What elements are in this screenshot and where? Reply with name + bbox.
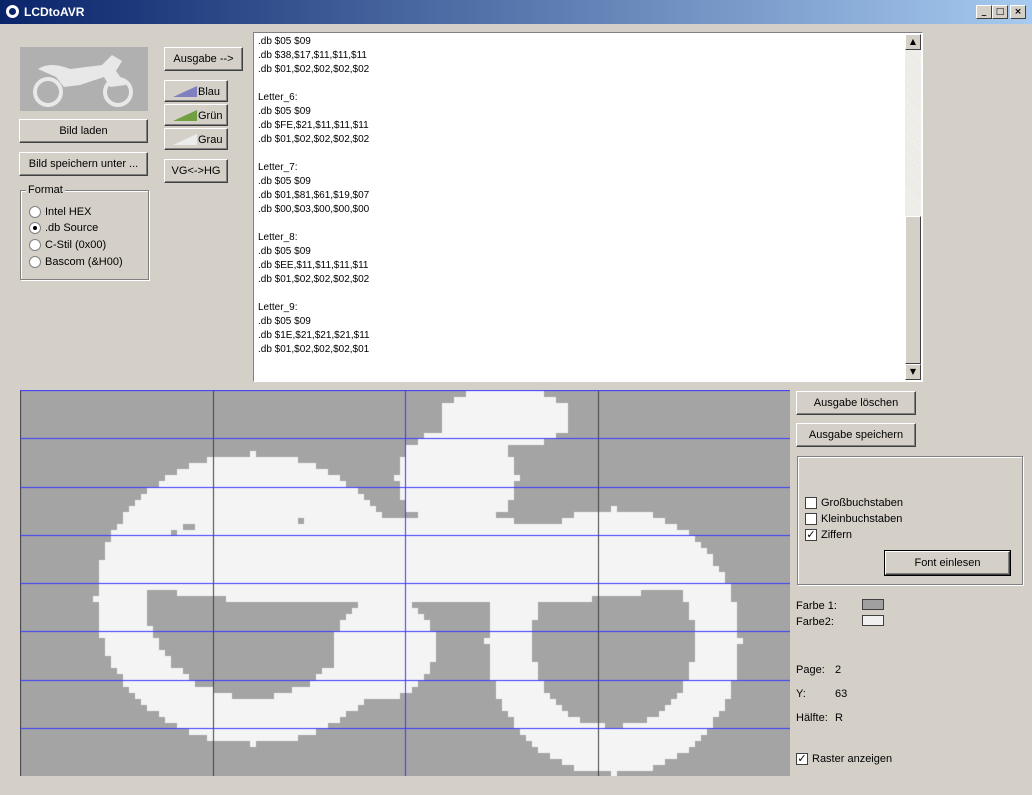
gray-ramp-icon <box>173 134 197 145</box>
motorcycle-thumbnail-icon <box>33 55 133 107</box>
blue-ramp-icon <box>173 86 197 97</box>
color2-swatch[interactable] <box>862 615 884 626</box>
output-line: .db $38,$17,$11,$11,$11 <box>258 50 367 61</box>
output-line: .db $05 $09 <box>258 106 311 117</box>
radio-indicator[interactable] <box>29 256 41 268</box>
color1-swatch[interactable] <box>862 599 884 610</box>
title-bar: LCDtoAVR _ □ × <box>0 0 1032 24</box>
checkbox-box[interactable]: ✓ <box>805 529 817 541</box>
output-button[interactable]: Ausgabe --> <box>164 47 243 71</box>
checkbox-label: Kleinbuchstaben <box>821 513 903 525</box>
output-line: .db $01,$02,$02,$02,$02 <box>258 64 370 75</box>
checkbox-lowercase[interactable]: Kleinbuchstaben <box>805 513 902 525</box>
page-value: 2 <box>835 664 842 676</box>
maximize-button[interactable]: □ <box>992 5 1008 19</box>
half-label: Hälfte: <box>796 712 828 724</box>
output-line: Letter_7: <box>258 162 298 173</box>
radio-label: Intel HEX <box>45 206 92 218</box>
checkbox-box[interactable]: ✓ <box>796 753 808 765</box>
radio-c-style[interactable]: C-Stil (0x00) <box>29 239 106 251</box>
checkbox-box[interactable] <box>805 513 817 525</box>
output-scrollbar[interactable]: ▲ ▼ <box>905 34 921 380</box>
green-button[interactable]: Grün <box>164 104 228 126</box>
radio-bascom[interactable]: Bascom (&H00) <box>29 256 123 268</box>
gray-button[interactable]: Grau <box>164 128 228 150</box>
radio-label: C-Stil (0x00) <box>45 239 107 251</box>
app-icon <box>5 4 20 19</box>
output-line: .db $05 $09 <box>258 36 311 47</box>
output-line: .db $01,$02,$02,$02,$02 <box>258 274 370 285</box>
checkbox-show-grid[interactable]: ✓ Raster anzeigen <box>796 753 892 765</box>
color2-label: Farbe2: <box>796 616 834 628</box>
output-line: Letter_6: <box>258 92 298 103</box>
radio-indicator[interactable] <box>29 222 41 234</box>
green-ramp-icon <box>173 110 197 121</box>
green-label: Grün <box>198 110 223 122</box>
scroll-down-icon[interactable]: ▼ <box>905 364 921 380</box>
checkbox-label: Großbuchstaben <box>821 497 903 509</box>
radio-indicator[interactable] <box>29 206 41 218</box>
scroll-up-icon[interactable]: ▲ <box>905 34 921 50</box>
output-line: Letter_9: <box>258 302 298 313</box>
checkbox-label: Ziffern <box>821 529 852 541</box>
close-button[interactable]: × <box>1010 5 1026 19</box>
output-line: .db $01,$02,$02,$02,$01 <box>258 344 370 355</box>
radio-db-source[interactable]: .db Source <box>29 222 98 234</box>
output-text: .db $05 $09 .db $38,$17,$11,$11,$11 .db $0… <box>258 35 902 379</box>
half-value: R <box>835 712 843 724</box>
page-label: Page: <box>796 664 825 676</box>
output-line: .db $01,$02,$02,$02,$02 <box>258 134 370 145</box>
scroll-thumb[interactable] <box>905 216 921 364</box>
output-line: .db $00,$03,$00,$00,$00 <box>258 204 370 215</box>
fg-bg-swap-button[interactable]: VG<->HG <box>164 159 228 183</box>
image-thumbnail <box>20 47 148 111</box>
checkbox-box[interactable] <box>805 497 817 509</box>
y-label: Y: <box>796 688 806 700</box>
clear-output-button[interactable]: Ausgabe löschen <box>796 391 916 415</box>
save-image-as-button[interactable]: Bild speichern unter ... <box>19 152 148 176</box>
checkbox-digits[interactable]: ✓ Ziffern <box>805 529 852 541</box>
output-line: .db $05 $09 <box>258 246 311 257</box>
output-line: .db $FE,$21,$11,$11,$11 <box>258 120 369 131</box>
y-value: 63 <box>835 688 848 700</box>
minimize-button[interactable]: _ <box>976 5 992 19</box>
color1-label: Farbe 1: <box>796 600 837 612</box>
load-image-button[interactable]: Bild laden <box>19 119 148 143</box>
save-output-button[interactable]: Ausgabe speichern <box>796 423 916 447</box>
blue-label: Blau <box>198 86 221 98</box>
load-font-button[interactable]: Font einlesen <box>884 550 1011 576</box>
pixel-grid-canvas[interactable] <box>20 390 790 776</box>
gray-label: Grau <box>198 134 223 146</box>
output-line: .db $EE,$11,$11,$11,$11 <box>258 260 369 271</box>
output-textarea[interactable]: .db $05 $09 .db $38,$17,$11,$11,$11 .db $0… <box>253 32 923 382</box>
window-title: LCDtoAVR <box>24 5 85 19</box>
checkbox-label: Raster anzeigen <box>812 753 893 765</box>
output-line: .db $01,$81,$61,$19,$07 <box>258 190 370 201</box>
radio-indicator[interactable] <box>29 239 41 251</box>
radio-intel-hex[interactable]: Intel HEX <box>29 206 91 218</box>
checkbox-uppercase[interactable]: Großbuchstaben <box>805 497 903 509</box>
output-line: .db $1E,$21,$21,$21,$11 <box>258 330 370 341</box>
output-line: Letter_8: <box>258 232 298 243</box>
blue-button[interactable]: Blau <box>164 80 228 102</box>
format-legend: Format <box>26 184 65 196</box>
output-line: .db $05 $09 <box>258 176 311 187</box>
output-line: .db $05 $09 <box>258 316 311 327</box>
radio-label: Bascom (&H00) <box>45 256 123 268</box>
radio-label: .db Source <box>45 222 99 234</box>
